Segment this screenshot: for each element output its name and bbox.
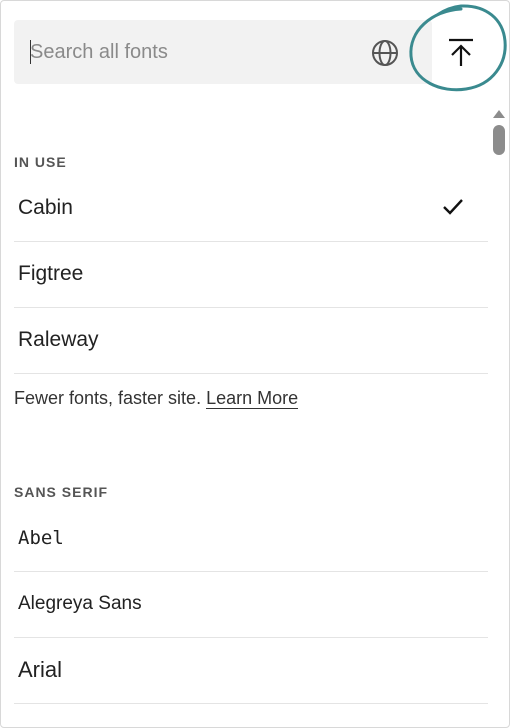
font-item-abel[interactable]: Abel (14, 505, 488, 572)
learn-more-link[interactable]: Learn More (206, 388, 299, 409)
font-item-label: Alegreya Sans (18, 593, 142, 614)
upload-to-top-icon[interactable] (439, 32, 483, 76)
check-icon (443, 199, 463, 215)
font-item-label: Figtree (18, 262, 84, 285)
font-item-arial[interactable]: Arial (14, 637, 488, 704)
search-input[interactable] (30, 38, 350, 66)
font-picker-panel: IN USE Cabin Figtree Raleway Fewer fonts… (0, 0, 510, 728)
search-box[interactable] (14, 20, 432, 84)
text-caret (30, 40, 31, 64)
scroll-up-arrow[interactable] (492, 109, 506, 119)
globe-icon[interactable] (370, 38, 400, 68)
font-item-raleway[interactable]: Raleway (14, 307, 488, 374)
font-item-label: Arial (18, 657, 63, 682)
fewer-fonts-note: Fewer fonts, faster site. Learn More (14, 388, 299, 409)
note-text: Fewer fonts, faster site. (14, 388, 202, 408)
font-item-label: Abel (18, 527, 64, 549)
font-item-label: Cabin (18, 196, 73, 219)
font-item-label: Raleway (18, 328, 99, 351)
section-header-in-use: IN USE (14, 154, 67, 170)
font-item-figtree[interactable]: Figtree (14, 241, 488, 308)
font-item-cabin[interactable]: Cabin (14, 175, 488, 242)
scrollbar-thumb[interactable] (493, 125, 505, 155)
section-header-sans-serif: SANS SERIF (14, 484, 109, 500)
font-item-alegreya-sans[interactable]: Alegreya Sans (14, 571, 488, 638)
